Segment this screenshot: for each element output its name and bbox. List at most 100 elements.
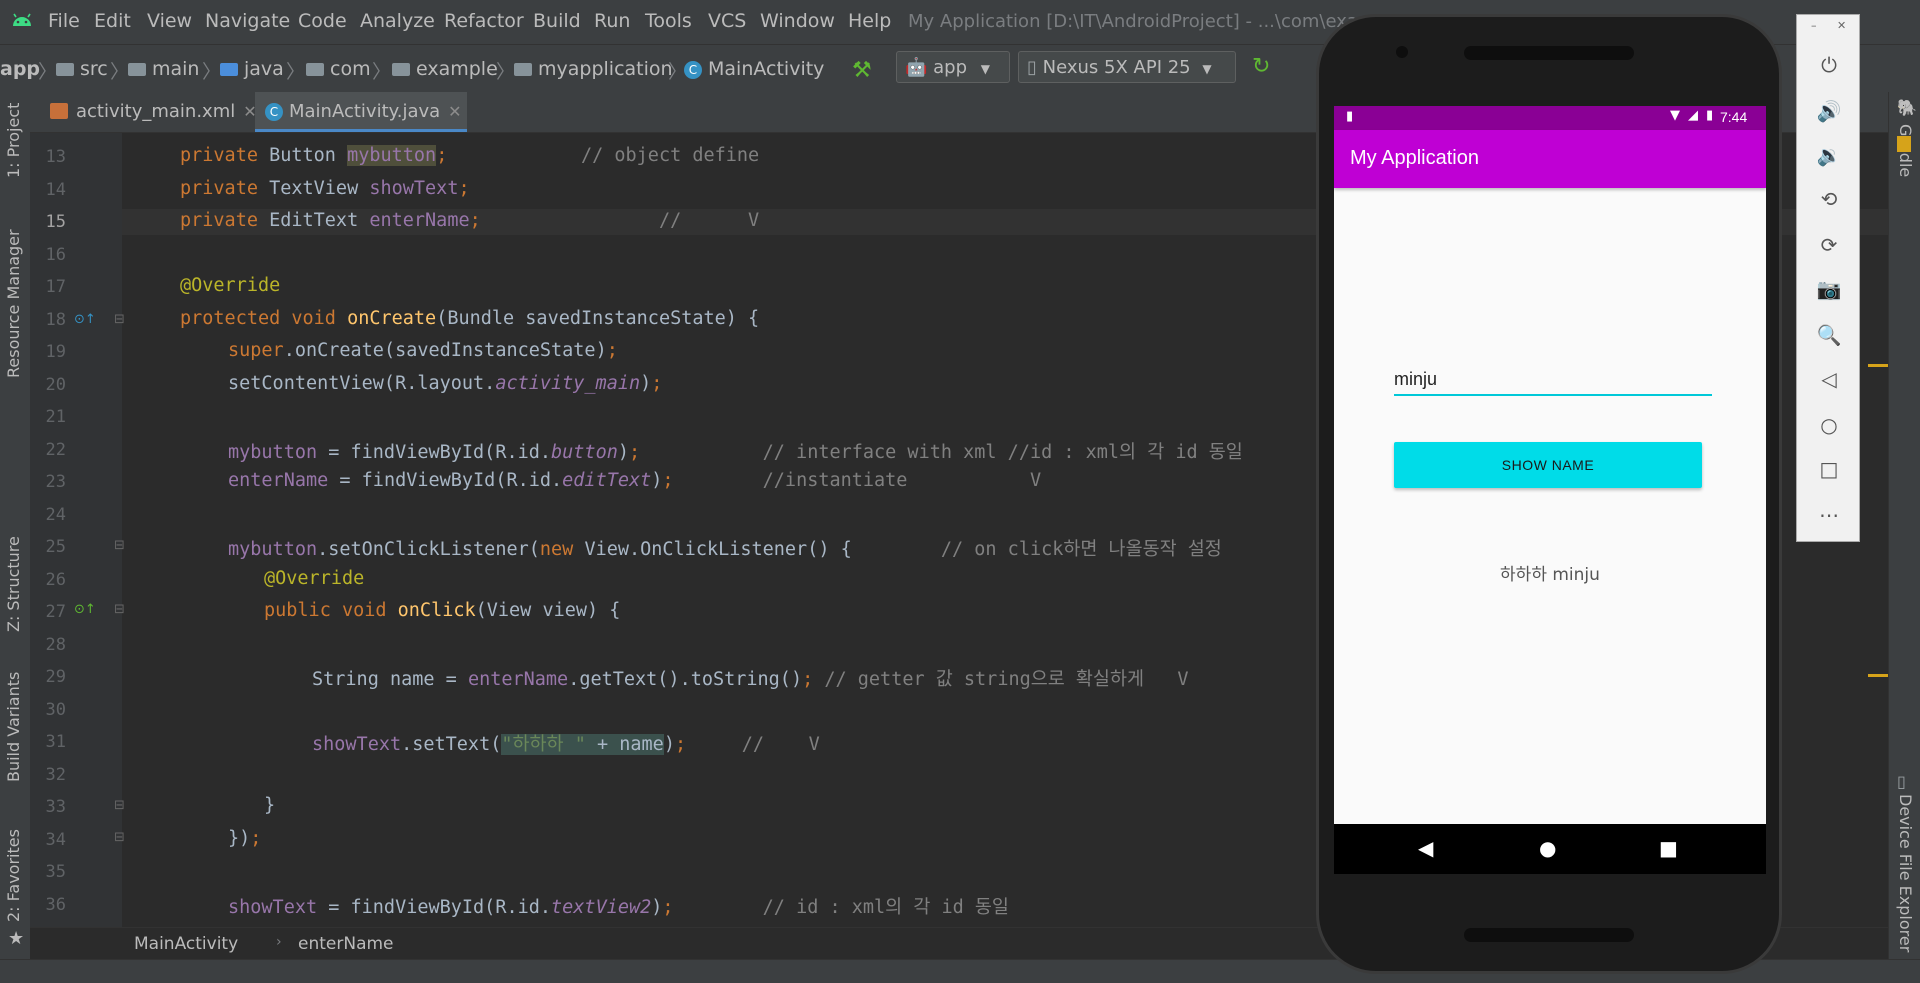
token: View.OnClickListener() { bbox=[584, 539, 852, 560]
name-input[interactable] bbox=[1394, 364, 1712, 396]
more-icon[interactable]: ⋯ bbox=[1813, 499, 1845, 531]
menu-analyze[interactable]: Analyze bbox=[360, 10, 435, 32]
crumb-myapplication[interactable]: myapplication bbox=[514, 58, 673, 80]
battery-icon: ▮ bbox=[1706, 108, 1714, 123]
tab-activity-main-xml[interactable]: activity_main.xml ✕ bbox=[40, 92, 257, 132]
close-icon[interactable]: ✕ bbox=[448, 102, 461, 121]
menu-view[interactable]: View bbox=[147, 10, 192, 32]
run-config-select[interactable]: 🤖 app ▼ bbox=[896, 51, 1010, 83]
token: ; bbox=[662, 897, 674, 918]
menu-file[interactable]: File bbox=[48, 10, 80, 32]
folder-icon bbox=[56, 63, 74, 76]
tool-device-file-explorer[interactable]: Device File Explorer bbox=[1896, 794, 1915, 952]
line-number: 14 bbox=[45, 180, 66, 200]
volume-down-icon[interactable]: 🔉 bbox=[1813, 139, 1845, 171]
gradle-icon: 🐘 bbox=[1897, 98, 1917, 117]
line-number: 34 bbox=[45, 830, 66, 850]
breadcrumb-class[interactable]: MainActivity bbox=[134, 934, 238, 954]
chevron-right-icon: 〉 bbox=[110, 61, 130, 83]
menu-window[interactable]: Window bbox=[760, 10, 835, 32]
code-line: mybutton.setOnClickListener(new View.OnC… bbox=[228, 535, 1222, 561]
menu-refactor[interactable]: Refactor bbox=[444, 10, 524, 32]
crumb-label: com bbox=[330, 58, 371, 80]
code-line: showText = findViewById(R.id.textView2);… bbox=[228, 893, 1009, 919]
minimize-icon[interactable]: – bbox=[1811, 19, 1817, 32]
fold-icon[interactable]: ⊟ bbox=[114, 312, 125, 327]
implements-marker-icon[interactable]: ⊙↑ bbox=[74, 602, 96, 617]
token: ) bbox=[651, 470, 663, 491]
hammer-icon[interactable]: ⚒ bbox=[852, 58, 872, 83]
menu-run[interactable]: Run bbox=[594, 10, 630, 32]
crumb-main[interactable]: main bbox=[128, 58, 199, 80]
rotate-right-icon[interactable]: ⟳ bbox=[1813, 229, 1845, 261]
right-tool-strip: 🐘 Gradle ▯ Device File Explorer bbox=[1888, 92, 1920, 982]
status-time: 7:44 bbox=[1720, 109, 1748, 125]
warning-marker-icon bbox=[1897, 136, 1911, 152]
line-number: 18 bbox=[45, 310, 66, 330]
fold-icon[interactable]: ⊟ bbox=[114, 538, 125, 553]
folder-icon bbox=[220, 63, 238, 76]
star-icon: ★ bbox=[8, 928, 25, 949]
fold-icon[interactable]: ⊟ bbox=[114, 830, 125, 845]
token: activity_main bbox=[495, 373, 641, 394]
menu-code[interactable]: Code bbox=[298, 10, 347, 32]
crumb-label: main bbox=[152, 58, 200, 80]
home-icon[interactable]: ● bbox=[1539, 836, 1556, 860]
breadcrumb-member[interactable]: enterName bbox=[298, 934, 394, 954]
wifi-icon: ▼ bbox=[1670, 108, 1680, 123]
back-icon[interactable]: ◀ bbox=[1418, 836, 1433, 860]
token: ) bbox=[617, 442, 629, 463]
override-marker-icon[interactable]: ⊙↑ bbox=[74, 312, 96, 327]
menu-vcs[interactable]: VCS bbox=[708, 10, 746, 32]
menu-edit[interactable]: Edit bbox=[94, 10, 131, 32]
menu-navigate[interactable]: Navigate bbox=[205, 10, 290, 32]
apply-changes-icon[interactable]: ↻ bbox=[1252, 54, 1270, 79]
tool-resource-manager[interactable]: Resource Manager bbox=[4, 229, 23, 378]
device-select[interactable]: ▯ Nexus 5X API 25 ▼ bbox=[1018, 51, 1236, 83]
tool-build-variants[interactable]: Build Variants bbox=[4, 672, 23, 782]
tab-mainactivity-java[interactable]: C MainActivity.java ✕ bbox=[255, 92, 467, 132]
menu-help[interactable]: Help bbox=[848, 10, 891, 32]
overview-icon[interactable]: □ bbox=[1813, 453, 1845, 485]
emulator-controls-panel: – ✕ ⏻ 🔊 🔉 ⟲ ⟳ 📷 🔍 ◁ ○ □ ⋯ bbox=[1796, 14, 1860, 542]
crumb-src[interactable]: src bbox=[56, 58, 108, 80]
menu-build[interactable]: Build bbox=[533, 10, 581, 32]
token: .onCreate(savedInstanceState) bbox=[283, 340, 607, 361]
crumb-label: MainActivity bbox=[708, 58, 825, 80]
token: onCreate bbox=[347, 308, 437, 329]
fold-icon[interactable]: ⊟ bbox=[114, 602, 125, 617]
crumb-label: java bbox=[244, 58, 284, 80]
token: editText bbox=[562, 470, 652, 491]
token: ) bbox=[640, 373, 652, 394]
line-number: 16 bbox=[45, 245, 66, 265]
menu-tools[interactable]: Tools bbox=[645, 10, 692, 32]
close-icon[interactable]: ✕ bbox=[1837, 19, 1846, 32]
crumb-app[interactable]: app bbox=[0, 58, 40, 80]
code-line: private TextView showText; bbox=[180, 178, 470, 199]
tool-favorites[interactable]: 2: Favorites bbox=[4, 829, 23, 922]
token: enterName bbox=[467, 669, 569, 690]
crumb-example[interactable]: example bbox=[392, 58, 498, 80]
rotate-left-icon[interactable]: ⟲ bbox=[1813, 183, 1845, 215]
android-status-bar: ▮ ▼ ◢ ▮ 7:44 bbox=[1334, 106, 1766, 130]
token: setContentView(R.layout. bbox=[228, 373, 496, 394]
line-number: 30 bbox=[45, 700, 66, 720]
tool-structure[interactable]: Z: Structure bbox=[4, 536, 23, 632]
crumb-java[interactable]: java bbox=[220, 58, 284, 80]
emulator-screen[interactable]: ▮ ▼ ◢ ▮ 7:44 My Application SHOW NAME 하하… bbox=[1334, 106, 1766, 874]
token: ; bbox=[674, 734, 687, 755]
back-icon[interactable]: ◁ bbox=[1813, 363, 1845, 395]
crumb-mainactivity[interactable]: C MainActivity bbox=[684, 58, 824, 80]
power-icon[interactable]: ⏻ bbox=[1813, 49, 1845, 81]
zoom-icon[interactable]: 🔍 bbox=[1813, 319, 1845, 351]
token: }) bbox=[228, 828, 251, 849]
crumb-com[interactable]: com bbox=[306, 58, 371, 80]
show-name-button[interactable]: SHOW NAME bbox=[1394, 442, 1702, 488]
tool-project[interactable]: 1: Project bbox=[4, 103, 23, 178]
home-icon[interactable]: ○ bbox=[1813, 409, 1845, 441]
recents-icon[interactable]: ■ bbox=[1659, 836, 1678, 860]
token: = findViewById(R.id. bbox=[328, 470, 563, 491]
fold-icon[interactable]: ⊟ bbox=[114, 798, 125, 813]
volume-up-icon[interactable]: 🔊 bbox=[1813, 95, 1845, 127]
screenshot-icon[interactable]: 📷 bbox=[1813, 273, 1845, 305]
